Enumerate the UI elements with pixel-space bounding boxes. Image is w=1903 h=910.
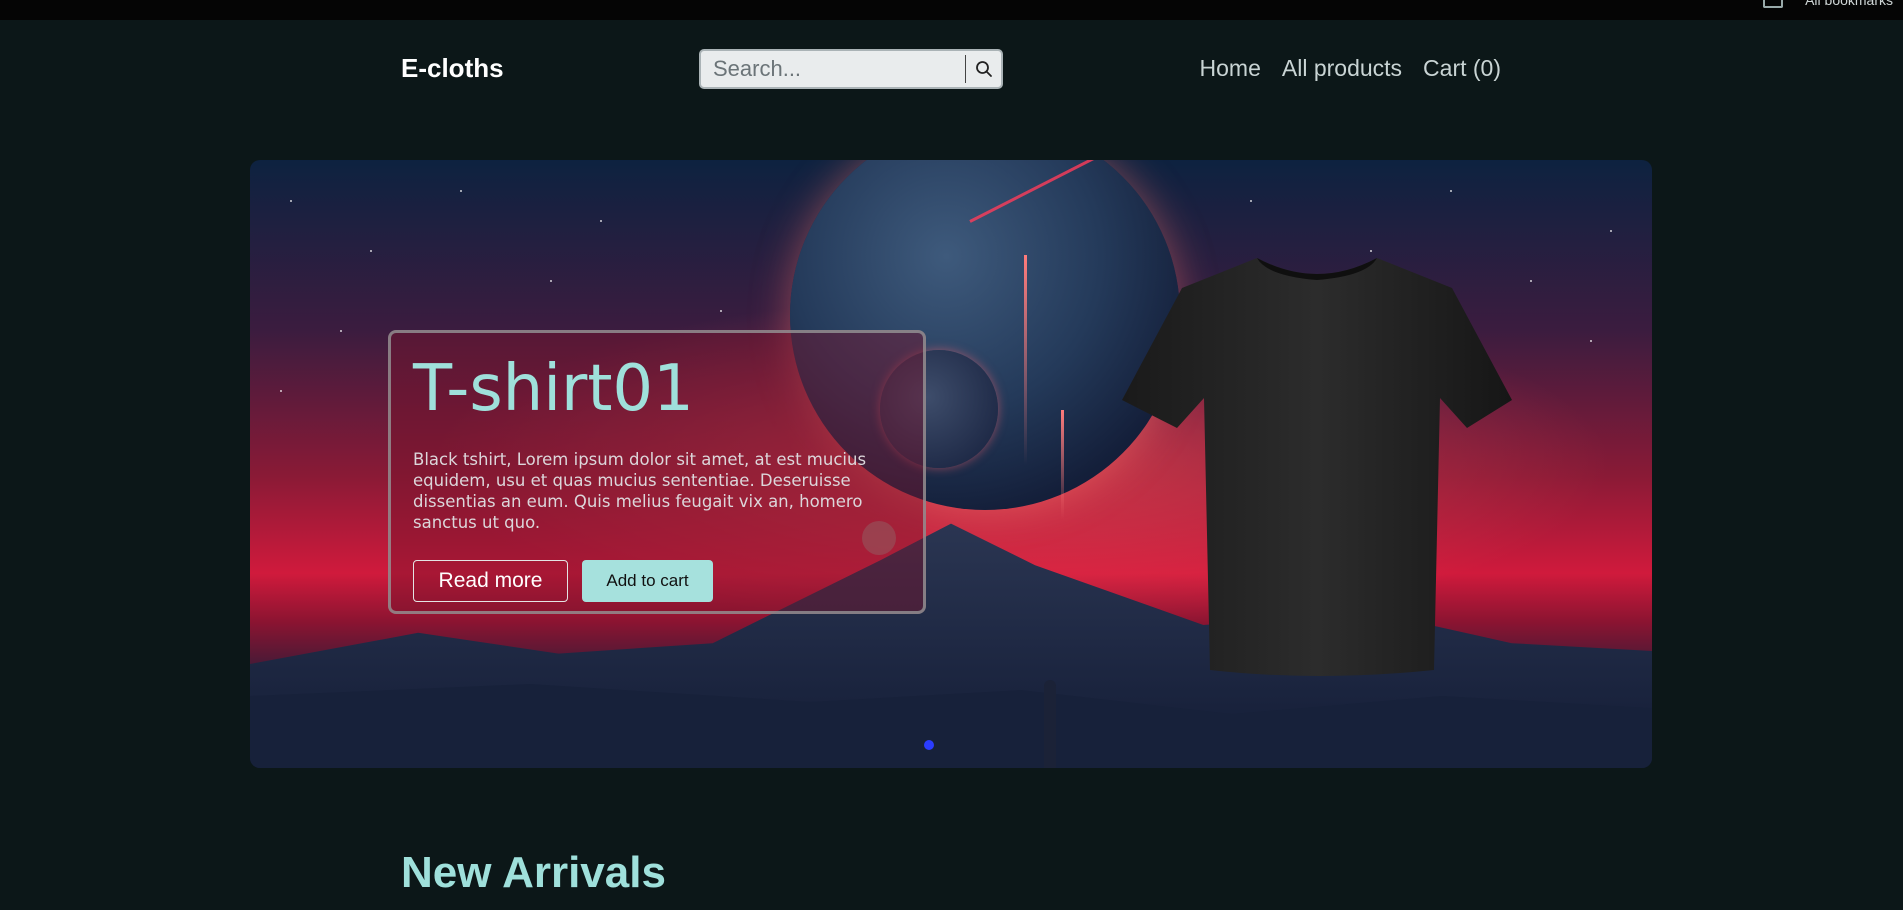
- nav-all-products[interactable]: All products: [1282, 55, 1402, 82]
- nav-home[interactable]: Home: [1200, 55, 1261, 82]
- product-description: Black tshirt, Lorem ipsum dolor sit amet…: [413, 450, 867, 532]
- read-more-button[interactable]: Read more: [413, 560, 568, 602]
- nav-cart[interactable]: Cart (0): [1423, 55, 1501, 82]
- product-title: T-shirt01: [413, 352, 694, 426]
- browser-top-strip: All bookmarks: [0, 0, 1903, 20]
- hero-light-beam: [1061, 410, 1064, 520]
- product-actions: Read more Add to cart: [413, 560, 901, 602]
- search-input[interactable]: [701, 51, 965, 87]
- hero-figure: [1044, 680, 1056, 768]
- product-card: T-shirt01 Black tshirt, Lorem ipsum dolo…: [388, 330, 926, 614]
- section-title-new-arrivals: New Arrivals: [401, 848, 666, 897]
- add-to-cart-button[interactable]: Add to cart: [582, 560, 713, 602]
- search-bar: [699, 49, 1003, 89]
- bookmarks-label[interactable]: All bookmarks: [1805, 0, 1893, 8]
- carousel-indicator-dot[interactable]: [924, 740, 934, 750]
- hero-carousel: T-shirt01 Black tshirt, Lorem ipsum dolo…: [250, 160, 1652, 768]
- search-button[interactable]: [966, 51, 1001, 87]
- bookmark-icon[interactable]: [1763, 0, 1783, 8]
- hero-light-beam: [1024, 255, 1027, 465]
- main-nav: Home All products Cart (0): [1200, 55, 1501, 82]
- tshirt-image: [1122, 258, 1512, 676]
- brand-logo[interactable]: E-cloths: [401, 53, 504, 84]
- search-icon: [975, 61, 992, 77]
